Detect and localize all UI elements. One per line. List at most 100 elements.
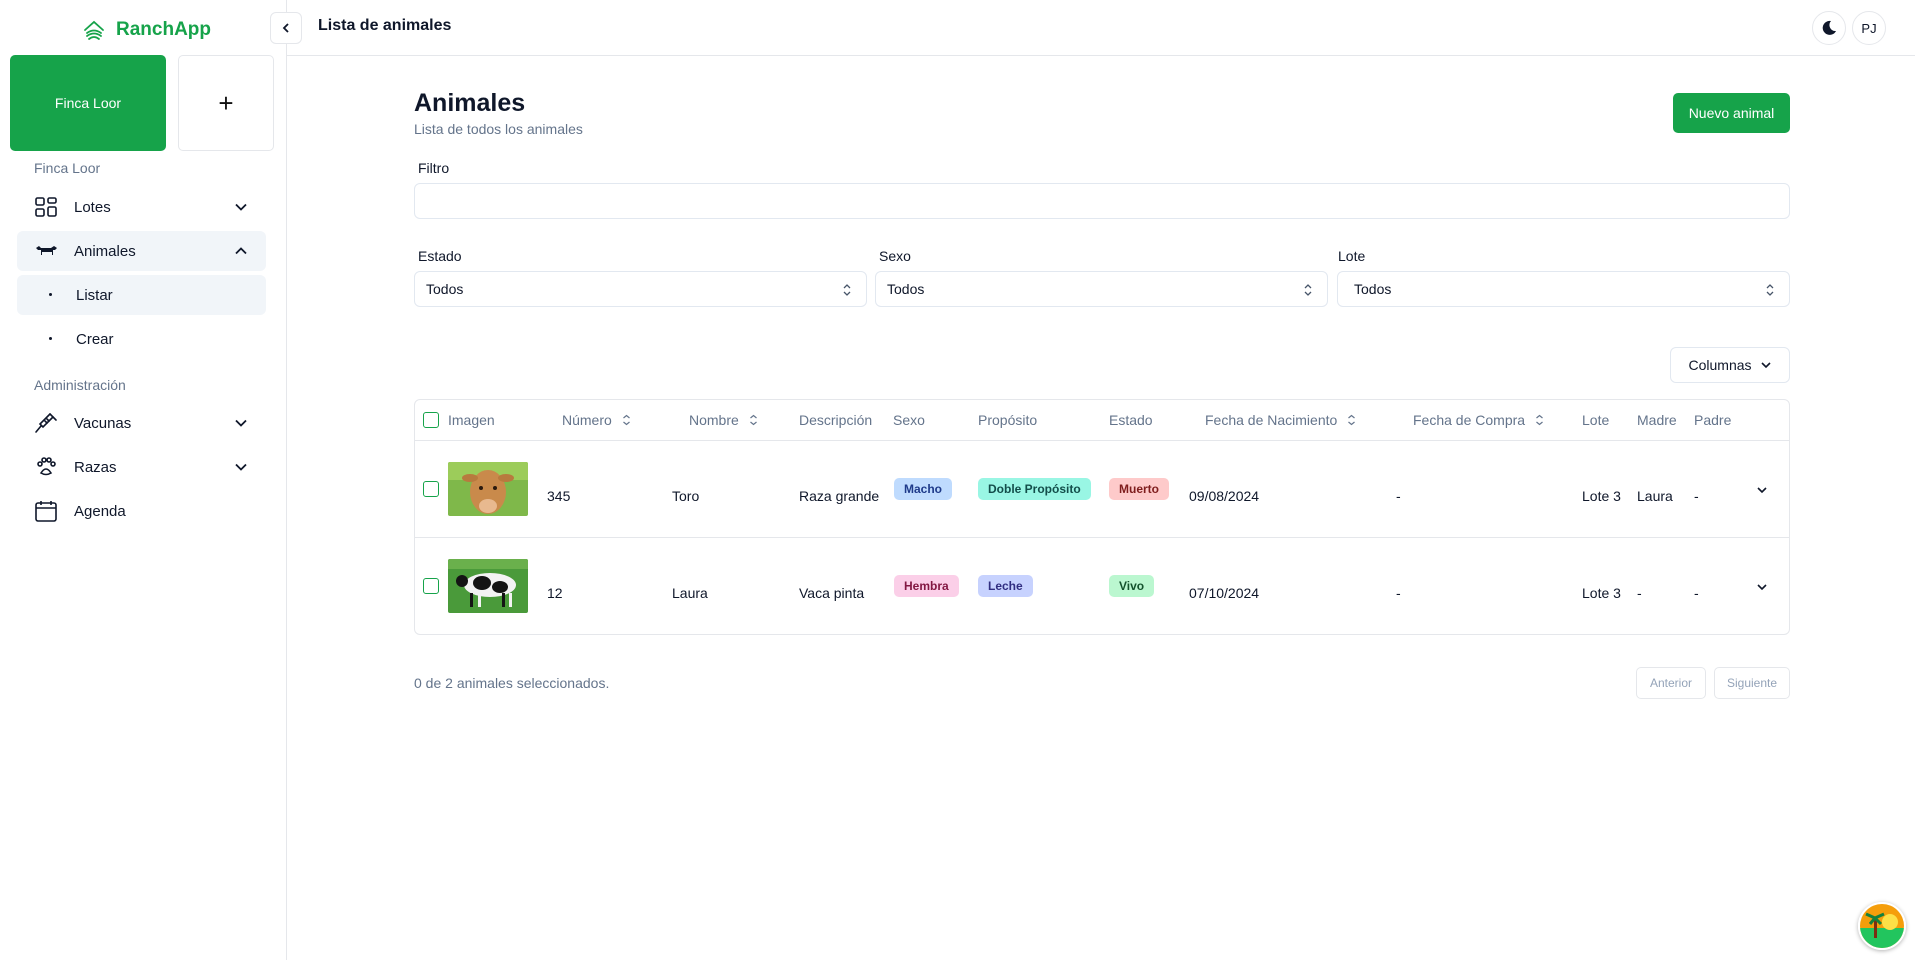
sidebar-subitem-crear[interactable]: Crear (17, 319, 266, 359)
badge-proposito: Leche (978, 575, 1033, 597)
paw-icon (37, 457, 56, 476)
section-label-farm: Finca Loor (34, 160, 101, 176)
syringe-icon (35, 413, 57, 433)
cell-fecha-compra: - (1396, 585, 1401, 601)
row-checkbox[interactable] (423, 481, 439, 497)
cell-madre: Laura (1637, 488, 1673, 504)
column-header-fecha-nacimiento[interactable]: Fecha de Nacimiento (1205, 412, 1356, 428)
sidebar-subitem-label: Listar (76, 286, 113, 304)
page-subheading: Lista de todos los animales (414, 121, 583, 137)
lote-select-value: Todos (1354, 281, 1392, 297)
sort-icon (749, 414, 757, 426)
plus-icon: + (218, 87, 234, 118)
animal-photo-toro (448, 462, 528, 516)
header-divider (415, 440, 1789, 441)
farm-card-finca-loor[interactable]: Finca Loor (10, 55, 166, 151)
columns-button-label: Columnas (1688, 357, 1752, 373)
lote-label: Lote (1338, 248, 1366, 264)
column-header-lote: Lote (1582, 412, 1610, 428)
animals-table: Imagen Número Nombre Descripción Sexo Pr… (414, 399, 1790, 635)
bullet-icon (49, 337, 52, 340)
sidebar-item-label: Agenda (74, 502, 126, 520)
bullet-icon (49, 293, 52, 296)
estado-select[interactable]: Todos (414, 271, 867, 307)
chevron-down-icon (235, 203, 247, 211)
collapse-sidebar-button[interactable] (270, 12, 302, 44)
column-header-descripcion: Descripción (799, 412, 873, 428)
column-header-estado: Estado (1109, 412, 1153, 428)
cell-descripcion: Raza grande (799, 488, 880, 504)
sexo-select-value: Todos (887, 281, 925, 297)
next-page-button[interactable]: Siguiente (1714, 667, 1790, 699)
chevron-updown-icon (1766, 284, 1774, 296)
sort-icon (1348, 414, 1356, 426)
chevron-down-icon (235, 463, 247, 471)
row-divider (415, 537, 1789, 538)
page-heading: Animales (414, 89, 526, 117)
cell-numero: 12 (547, 585, 563, 601)
chevron-updown-icon (843, 284, 851, 296)
chevron-updown-icon (1304, 284, 1312, 296)
theme-toggle-button[interactable] (1812, 11, 1846, 45)
sidebar-item-lotes[interactable]: Lotes (17, 187, 266, 227)
column-header-padre: Padre (1694, 412, 1732, 428)
calendar-icon (35, 501, 57, 522)
sexo-label: Sexo (879, 248, 911, 264)
sidebar-item-label: Vacunas (74, 414, 132, 432)
sidebar-item-animales[interactable]: Animales (17, 231, 266, 271)
sidebar-item-agenda[interactable]: Agenda (17, 491, 266, 531)
cell-lote: Lote 3 (1582, 488, 1621, 504)
sidebar-item-label: Lotes (74, 198, 111, 216)
previous-page-button[interactable]: Anterior (1636, 667, 1706, 699)
column-header-nombre[interactable]: Nombre (689, 412, 758, 428)
topbar (287, 0, 1915, 56)
filter-label: Filtro (418, 160, 450, 176)
cell-madre: - (1637, 585, 1642, 601)
expand-row-chevron-icon[interactable] (1755, 483, 1769, 497)
badge-sexo: Macho (894, 478, 953, 500)
chevron-left-icon (282, 23, 289, 33)
sidebar-item-vacunas[interactable]: Vacunas (17, 403, 266, 443)
sort-icon (1536, 414, 1543, 426)
cell-nombre: Laura (672, 585, 708, 601)
sidebar-item-razas[interactable]: Razas (17, 447, 266, 487)
new-animal-button[interactable]: Nuevo animal (1673, 93, 1790, 133)
column-header-proposito: Propósito (978, 412, 1038, 428)
row-checkbox[interactable] (423, 578, 439, 594)
lote-select[interactable]: Todos (1337, 271, 1790, 307)
badge-sexo: Hembra (894, 575, 959, 597)
badge-proposito: Doble Propósito (978, 478, 1091, 500)
column-header-imagen: Imagen (448, 412, 495, 428)
expand-row-chevron-icon[interactable] (1755, 580, 1769, 594)
cell-descripcion: Vaca pinta (799, 585, 865, 601)
column-header-fecha-compra[interactable]: Fecha de Compra (1413, 412, 1544, 428)
sort-icon (622, 414, 630, 426)
select-all-checkbox[interactable] (423, 412, 439, 428)
filter-input[interactable] (414, 183, 1790, 219)
section-label-admin: Administración (34, 377, 126, 393)
brand-logo[interactable]: RanchApp (82, 18, 211, 42)
column-header-madre: Madre (1637, 412, 1677, 428)
cell-fecha-compra: - (1396, 488, 1401, 504)
columns-button[interactable]: Columnas (1670, 347, 1790, 383)
chevron-down-icon (235, 419, 247, 427)
sidebar-subitem-listar[interactable]: Listar (17, 275, 266, 315)
sidebar-subitem-label: Crear (76, 330, 114, 348)
avatar[interactable]: PJ (1852, 11, 1886, 45)
farm-card-label: Finca Loor (54, 95, 122, 111)
selection-count: 0 de 2 animales seleccionados. (414, 675, 610, 691)
column-header-sexo: Sexo (893, 412, 925, 428)
cell-padre: - (1694, 488, 1699, 504)
sexo-select[interactable]: Todos (875, 271, 1328, 307)
chevron-down-icon (1760, 362, 1771, 369)
sidebar: RanchApp Finca Loor + Finca Loor Lotes A… (0, 0, 287, 960)
ranch-logo-icon (84, 20, 104, 40)
cell-numero: 345 (547, 488, 571, 504)
badge-estado: Muerto (1109, 478, 1169, 500)
floating-assistant-icon[interactable] (1858, 902, 1906, 950)
sidebar-item-label: Razas (74, 458, 117, 476)
estado-label: Estado (418, 248, 462, 264)
column-header-numero[interactable]: Número (562, 412, 631, 428)
add-farm-button[interactable]: + (178, 55, 274, 151)
page-title: Lista de animales (318, 17, 452, 34)
